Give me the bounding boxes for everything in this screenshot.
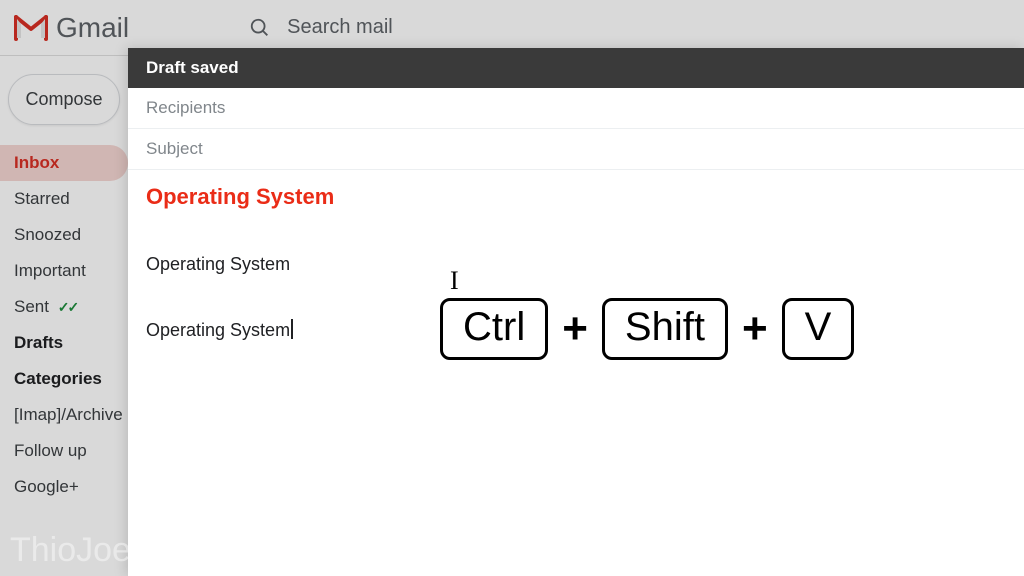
search-bar[interactable]: Search mail xyxy=(249,16,393,39)
search-placeholder: Search mail xyxy=(287,16,393,39)
recipients-field[interactable]: Recipients xyxy=(128,88,1024,129)
sidebar-item-starred[interactable]: Starred xyxy=(0,181,128,217)
plus-icon: + xyxy=(562,304,588,354)
sidebar-item-imap-archive[interactable]: [Imap]/Archive xyxy=(0,397,128,433)
gmail-logo-icon xyxy=(14,15,48,41)
sidebar: Compose Inbox Starred Snoozed Important … xyxy=(0,56,128,576)
key-ctrl: Ctrl xyxy=(440,298,548,360)
gmail-logo-text: Gmail xyxy=(56,12,129,44)
body-text-plain-1: Operating System xyxy=(146,254,290,275)
gmail-logo[interactable]: Gmail xyxy=(14,12,129,44)
keyboard-shortcut-overlay: Ctrl + Shift + V xyxy=(440,298,854,360)
search-icon xyxy=(249,17,271,39)
sidebar-item-important[interactable]: Important xyxy=(0,253,128,289)
subject-field[interactable]: Subject xyxy=(128,129,1024,170)
compose-button[interactable]: Compose xyxy=(8,74,120,125)
sidebar-item-snoozed[interactable]: Snoozed xyxy=(0,217,128,253)
compose-titlebar: Draft saved xyxy=(128,48,1024,88)
key-v: V xyxy=(782,298,855,360)
body-text-formatted: Operating System xyxy=(146,184,1006,210)
key-shift: Shift xyxy=(602,298,728,360)
body-text-plain-2: Operating System xyxy=(146,320,290,341)
plus-icon: + xyxy=(742,304,768,354)
sidebar-item-label: Sent xyxy=(14,297,49,316)
compose-body[interactable]: Operating System Operating System Operat… xyxy=(128,170,1024,576)
mouse-ibeam-cursor-icon: I xyxy=(450,266,459,296)
sidebar-item-inbox[interactable]: Inbox xyxy=(0,145,128,181)
sidebar-item-follow-up[interactable]: Follow up xyxy=(0,433,128,469)
sidebar-item-drafts[interactable]: Drafts xyxy=(0,325,128,361)
text-caret-icon xyxy=(291,319,293,339)
sent-checkmarks-icon: ✓✓ xyxy=(58,299,77,315)
sidebar-item-google-plus[interactable]: Google+ xyxy=(0,469,128,505)
sidebar-item-sent[interactable]: Sent ✓✓ xyxy=(0,289,128,325)
sidebar-item-categories[interactable]: Categories xyxy=(0,361,128,397)
